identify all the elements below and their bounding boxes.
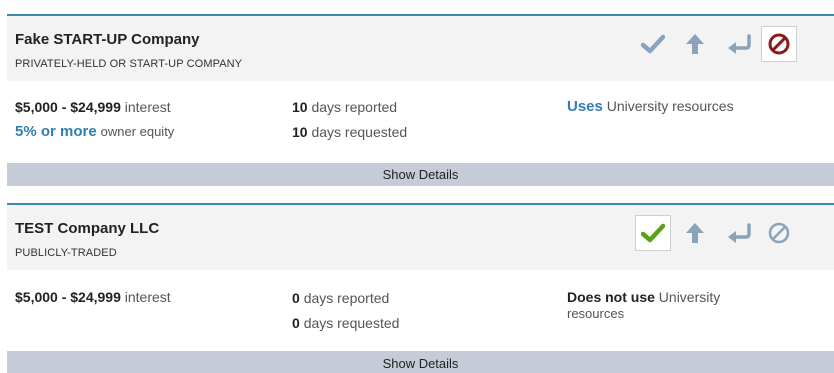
- check-icon: [641, 223, 665, 243]
- resources-usage: Does not use: [567, 289, 655, 305]
- decline-button[interactable]: [761, 215, 797, 251]
- company-name: TEST Company LLC: [15, 220, 160, 237]
- company-type: PUBLICLY-TRADED: [15, 247, 117, 259]
- decline-circle-icon: [768, 222, 790, 244]
- days-requested-line: 10 days requested: [292, 124, 407, 140]
- days-requested-line: 0 days requested: [292, 315, 399, 331]
- interest-line: $5,000 - $24,999 interest: [15, 289, 171, 305]
- days-reported-count: 10: [292, 99, 308, 115]
- resources-label: University resources: [606, 98, 734, 114]
- show-details-button[interactable]: Show Details: [7, 351, 834, 373]
- move-up-button[interactable]: [677, 26, 713, 62]
- resources-label: University: [658, 289, 721, 305]
- disclosure-card: TEST Company LLC PUBLICLY-TRADED $5,000 …: [7, 203, 834, 373]
- days-requested-label: days requested: [311, 124, 408, 140]
- card-header: Fake START-UP Company PRIVATELY-HELD OR …: [7, 16, 834, 81]
- approve-button[interactable]: [635, 26, 671, 62]
- equity-amount: 5% or more: [15, 123, 97, 140]
- decline-circle-icon: [768, 33, 790, 55]
- return-button[interactable]: [721, 215, 757, 251]
- arrow-up-icon: [686, 34, 704, 54]
- approve-button[interactable]: [635, 215, 671, 251]
- card-body: $5,000 - $24,999 interest 0 days reporte…: [7, 270, 834, 351]
- days-reported-label: days reported: [303, 290, 390, 306]
- return-arrow-icon: [728, 34, 751, 54]
- interest-amount: $5,000 - $24,999: [15, 99, 121, 115]
- days-reported-line: 0 days reported: [292, 290, 389, 306]
- days-reported-count: 0: [292, 290, 300, 306]
- equity-label: owner equity: [100, 124, 175, 139]
- decline-button[interactable]: [761, 26, 797, 62]
- disclosure-card: Fake START-UP Company PRIVATELY-HELD OR …: [7, 14, 834, 186]
- days-reported-line: 10 days reported: [292, 99, 397, 115]
- resources-usage: Uses: [567, 98, 603, 115]
- return-button[interactable]: [721, 26, 757, 62]
- interest-amount: $5,000 - $24,999: [15, 289, 121, 305]
- resources-label-cont: resources: [567, 306, 625, 321]
- interest-label: interest: [124, 99, 171, 115]
- interest-label: interest: [124, 289, 171, 305]
- return-arrow-icon: [728, 223, 751, 243]
- resources-line-2: resources: [567, 306, 624, 321]
- equity-line: 5% or more owner equity: [15, 123, 174, 140]
- interest-line: $5,000 - $24,999 interest: [15, 99, 171, 115]
- check-icon: [641, 34, 665, 54]
- company-type: PRIVATELY-HELD OR START-UP COMPANY: [15, 58, 243, 70]
- days-reported-label: days reported: [311, 99, 398, 115]
- company-name: Fake START-UP Company: [15, 31, 200, 48]
- resources-line: Does not use University: [567, 289, 720, 305]
- days-requested-count: 0: [292, 315, 300, 331]
- days-requested-count: 10: [292, 124, 308, 140]
- show-details-button[interactable]: Show Details: [7, 163, 834, 186]
- days-requested-label: days requested: [303, 315, 400, 331]
- card-body: $5,000 - $24,999 interest 5% or more own…: [7, 81, 834, 163]
- card-header: TEST Company LLC PUBLICLY-TRADED: [7, 205, 834, 270]
- resources-line: Uses University resources: [567, 98, 734, 115]
- move-up-button[interactable]: [677, 215, 713, 251]
- arrow-up-icon: [686, 223, 704, 243]
